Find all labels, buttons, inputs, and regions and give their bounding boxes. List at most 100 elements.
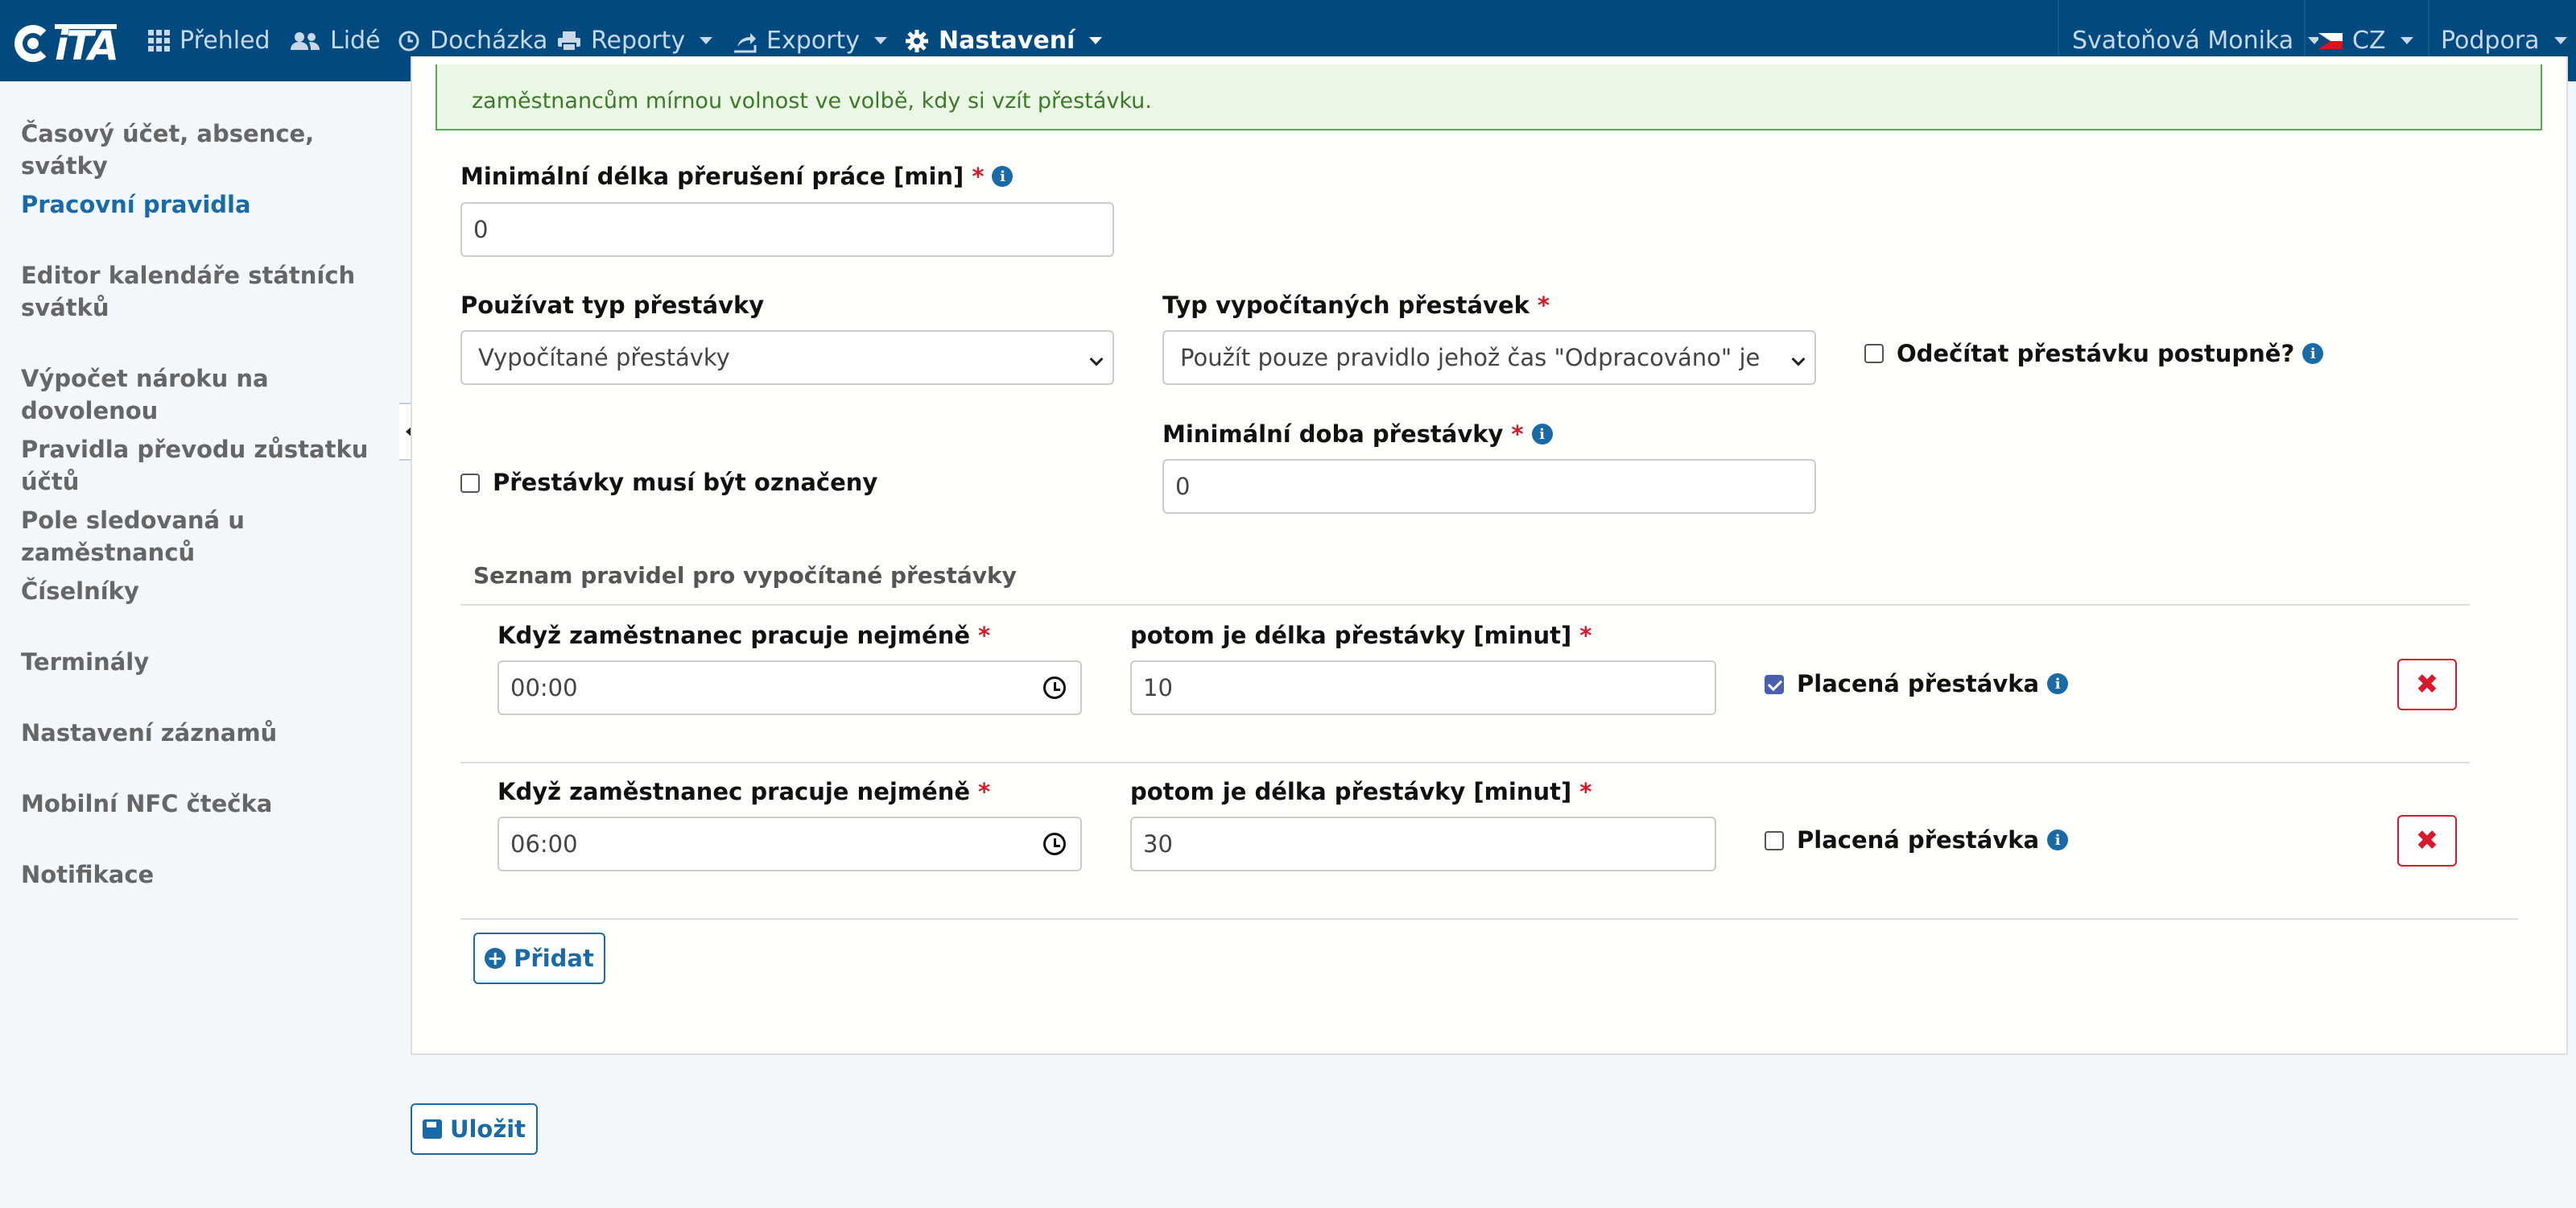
label-text: Placená přestávka bbox=[1797, 670, 2040, 697]
select-value: Vypočítané přestávky bbox=[478, 344, 730, 371]
grid-icon bbox=[148, 30, 170, 52]
close-icon: ✖ bbox=[2415, 825, 2439, 857]
sidebar-item-vacation-calc[interactable]: Výpočet nároku na dovolenou bbox=[21, 362, 383, 427]
settings-sidebar: Časový účet, absence, svátky Pracovní pr… bbox=[0, 81, 399, 1208]
work-time-label: Když zaměstnanec pracuje nejméně * bbox=[497, 778, 990, 805]
required-marker: * bbox=[1579, 778, 1592, 805]
label-text: potom je délka přestávky [minut] bbox=[1130, 622, 1572, 649]
paid-break-checkbox[interactable] bbox=[1765, 675, 1784, 694]
work-time-input[interactable]: 06:00 bbox=[497, 817, 1082, 871]
sidebar-item-balance-transfer[interactable]: Pravidla převodu zůstatku účtů bbox=[21, 433, 383, 498]
label-text: Když zaměstnanec pracuje nejméně bbox=[497, 622, 971, 649]
breaks-marked-label: Přestávky musí být označeny bbox=[493, 469, 877, 496]
work-time-label: Když zaměstnanec pracuje nejméně * bbox=[497, 622, 990, 649]
delete-rule-button[interactable]: ✖ bbox=[2397, 815, 2457, 867]
sidebar-item-work-rules[interactable]: Pracovní pravidla bbox=[21, 188, 383, 221]
input-value: 00:00 bbox=[510, 674, 578, 701]
nav-label: Přehled bbox=[180, 27, 270, 55]
sidebar-item-notifications[interactable]: Notifikace bbox=[21, 858, 383, 891]
sidebar-item-record-settings[interactable]: Nastavení záznamů bbox=[21, 717, 383, 749]
min-break-input[interactable]: 0 bbox=[1162, 459, 1816, 514]
info-icon[interactable]: i bbox=[1531, 424, 1553, 445]
save-button[interactable]: Uložit bbox=[411, 1103, 538, 1155]
clock-icon bbox=[398, 31, 419, 51]
chevron-down-icon bbox=[700, 37, 713, 44]
paid-break-checkbox[interactable] bbox=[1765, 831, 1784, 850]
export-icon bbox=[734, 32, 757, 52]
paid-break-label: Placená přestávka i bbox=[1797, 670, 2069, 697]
label-text: Používat typ přestávky bbox=[460, 292, 765, 319]
deduct-gradually-checkbox[interactable] bbox=[1864, 344, 1884, 363]
label-text: Když zaměstnanec pracuje nejméně bbox=[497, 778, 971, 805]
divider bbox=[460, 604, 2470, 606]
label-text: potom je délka přestávky [minut] bbox=[1130, 778, 1572, 805]
nav-item-prehled[interactable]: Přehled bbox=[148, 0, 270, 81]
nav-label: Reporty bbox=[591, 27, 686, 55]
plus-circle-icon: + bbox=[485, 948, 506, 969]
save-icon bbox=[422, 1119, 442, 1139]
required-marker: * bbox=[1511, 420, 1524, 448]
input-value: 06:00 bbox=[510, 830, 578, 858]
nav-label: Lidé bbox=[330, 27, 381, 55]
chevron-down-icon bbox=[1089, 352, 1104, 366]
logo-ring bbox=[14, 25, 52, 62]
button-label: Uložit bbox=[449, 1115, 526, 1143]
language-label: CZ bbox=[2352, 27, 2386, 55]
info-icon[interactable]: i bbox=[2047, 829, 2069, 850]
info-icon[interactable]: i bbox=[2047, 673, 2069, 694]
sidebar-item-employee-fields[interactable]: Pole sledovaná u zaměstnanců bbox=[21, 504, 383, 569]
sidebar-item-holiday-calendar[interactable]: Editor kalendáře státních svátků bbox=[21, 259, 383, 324]
printer-icon bbox=[558, 31, 580, 52]
nav-label: Docházka bbox=[430, 27, 548, 55]
czech-flag-icon bbox=[2318, 32, 2343, 49]
delete-rule-button[interactable]: ✖ bbox=[2397, 659, 2457, 710]
required-marker: * bbox=[978, 778, 991, 805]
support-label: Podpora bbox=[2441, 27, 2540, 55]
sidebar-item-terminals[interactable]: Terminály bbox=[21, 646, 383, 678]
break-minutes-input[interactable]: 30 bbox=[1130, 817, 1716, 871]
required-marker: * bbox=[978, 622, 991, 649]
break-minutes-input[interactable]: 10 bbox=[1130, 660, 1716, 715]
gear-icon bbox=[906, 29, 928, 52]
paid-break-label: Placená přestávka i bbox=[1797, 826, 2069, 854]
alert-text: zaměstnancům mírnou volnost ve volbě, kd… bbox=[472, 89, 1152, 114]
break-minutes-label: potom je délka přestávky [minut] * bbox=[1130, 778, 1591, 805]
sidebar-item-nfc-reader[interactable]: Mobilní NFC čtečka bbox=[21, 788, 383, 820]
chevron-down-icon bbox=[2553, 37, 2567, 44]
select-value: Použít pouze pravidlo jehož čas "Odpraco… bbox=[1180, 344, 1768, 371]
info-icon[interactable]: i bbox=[992, 166, 1013, 187]
user-name: Svatoňová Monika bbox=[2072, 27, 2294, 55]
label-text: Odečítat přestávku postupně? bbox=[1897, 340, 2295, 367]
calc-break-type-select[interactable]: Použít pouze pravidlo jehož čas "Odpraco… bbox=[1162, 330, 1816, 385]
breaks-marked-checkbox[interactable] bbox=[460, 474, 480, 493]
chevron-down-icon bbox=[2400, 37, 2413, 44]
app-logo[interactable]: iTA bbox=[14, 23, 122, 69]
required-marker: * bbox=[1579, 622, 1592, 649]
clock-icon bbox=[1043, 833, 1066, 855]
sidebar-item-time-account[interactable]: Časový účet, absence, svátky bbox=[21, 118, 383, 182]
info-alert: zaměstnancům mírnou volnost ve volbě, kd… bbox=[436, 64, 2542, 130]
label-text: Přestávky musí být označeny bbox=[493, 469, 878, 496]
clock-icon bbox=[1043, 676, 1066, 699]
chevron-down-icon bbox=[873, 37, 887, 44]
label-text: Placená přestávka bbox=[1797, 826, 2040, 854]
sidebar-item-codelists[interactable]: Číselníky bbox=[21, 575, 383, 607]
break-type-select[interactable]: Vypočítané přestávky bbox=[460, 330, 1114, 385]
info-icon[interactable]: i bbox=[2302, 343, 2324, 364]
label-text: Typ vypočítaných přestávek bbox=[1162, 292, 1530, 319]
min-interruption-input[interactable]: 0 bbox=[460, 202, 1114, 257]
required-marker: * bbox=[972, 163, 985, 190]
nav-label: Nastavení bbox=[939, 27, 1075, 55]
divider bbox=[460, 762, 2470, 763]
rules-section-title: Seznam pravidel pro vypočítané přestávky bbox=[473, 562, 1017, 589]
logo-text: iTA bbox=[55, 23, 119, 69]
nav-item-lide[interactable]: Lidé bbox=[290, 0, 381, 81]
chevron-down-icon bbox=[1791, 352, 1806, 366]
deduct-gradually-label: Odečítat přestávku postupně? i bbox=[1897, 340, 2324, 367]
min-break-label: Minimální doba přestávky * i bbox=[1162, 420, 1553, 448]
required-marker: * bbox=[1537, 292, 1550, 319]
users-icon bbox=[291, 31, 320, 50]
add-rule-button[interactable]: + Přidat bbox=[473, 933, 605, 984]
work-time-input[interactable]: 00:00 bbox=[497, 660, 1082, 715]
label-text: Minimální doba přestávky bbox=[1162, 420, 1504, 448]
